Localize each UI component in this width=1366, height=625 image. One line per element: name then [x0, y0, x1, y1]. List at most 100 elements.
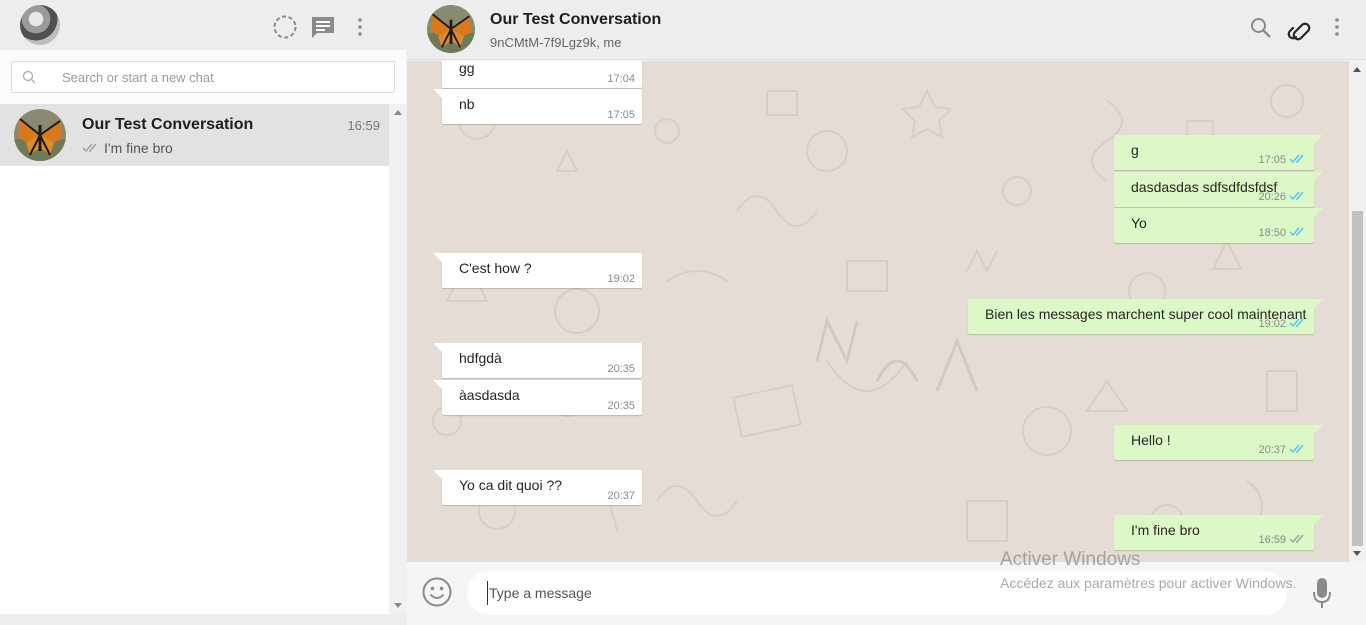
message-meta: 20:26 [1258, 190, 1307, 204]
message-meta: 19:02 [1258, 317, 1307, 331]
message-text: àasdasda [459, 387, 520, 403]
double-check-icon [1289, 190, 1307, 204]
double-check-icon [1289, 443, 1307, 457]
bubble-tail [1313, 299, 1323, 309]
message-time: 20:35 [607, 400, 635, 412]
search-icon[interactable] [1250, 17, 1272, 44]
search-bar [0, 50, 406, 104]
left-header [0, 0, 406, 50]
message-time: 17:05 [1258, 154, 1286, 166]
status-icon[interactable] [272, 14, 298, 40]
chat-time: 16:59 [347, 118, 380, 133]
scroll-up-arrow[interactable] [1353, 67, 1361, 72]
chat-list-item[interactable]: Our Test Conversation 16:59 I'm fine bro [0, 104, 389, 166]
emoji-icon[interactable] [421, 576, 453, 613]
message-time: 20:37 [1258, 444, 1286, 456]
bubble-tail [1313, 208, 1323, 218]
microphone-icon[interactable] [1312, 576, 1332, 615]
new-chat-icon[interactable] [310, 14, 336, 40]
message-text: Hello ! [1131, 432, 1171, 448]
watermark-title: Activer Windows [1000, 549, 1141, 570]
double-check-icon [82, 140, 100, 156]
message-text: gg [459, 61, 475, 76]
message-text: dasdasdas sdfsdfdsfdsf [1131, 179, 1278, 195]
chat-name: Our Test Conversation [82, 116, 254, 133]
incoming-message[interactable]: Yo ca dit quoi ?? 20:37 [433, 470, 642, 505]
message-meta: 17:05 [607, 109, 635, 121]
menu-icon[interactable] [1334, 18, 1340, 41]
watermark-subtitle: Accédez aux paramètres pour activer Wind… [1000, 575, 1297, 591]
message-text: nb [459, 96, 475, 112]
bubble-tail [433, 61, 443, 63]
search-input[interactable] [62, 62, 382, 92]
chat-list-scrollbar[interactable] [389, 104, 406, 614]
message-text: C'est how ? [459, 260, 532, 276]
message-time: 17:04 [607, 73, 635, 85]
message-scrollbar[interactable] [1349, 61, 1366, 562]
message-meta: 20:37 [1258, 443, 1307, 457]
scroll-up-arrow[interactable] [394, 110, 402, 115]
conversation-subtitle: 9nCMtM-7f9Lgz9k, me [490, 35, 622, 50]
message-meta: 20:35 [607, 400, 635, 412]
scroll-down-arrow[interactable] [1353, 551, 1361, 556]
double-check-icon [1289, 317, 1307, 331]
incoming-message[interactable]: gg 17:04 [433, 61, 642, 88]
incoming-message[interactable]: nb 17:05 [433, 89, 642, 124]
chat-list-pane: Our Test Conversation 16:59 I'm fine bro [0, 0, 406, 625]
message-text: I'm fine bro [1131, 522, 1200, 538]
chat-preview: I'm fine bro [82, 140, 173, 156]
incoming-message[interactable]: C'est how ? 19:02 [433, 253, 642, 288]
message-time: 18:50 [1258, 227, 1286, 239]
conversation-title[interactable]: Our Test Conversation [490, 11, 661, 29]
outgoing-message[interactable]: Bien les messages marchent super cool ma… [968, 299, 1323, 334]
menu-icon[interactable] [347, 14, 373, 40]
message-text: g [1131, 142, 1139, 158]
message-time: 16:59 [1258, 534, 1286, 546]
message-time: 20:26 [1258, 191, 1286, 203]
message-time: 20:37 [607, 490, 635, 502]
chat-avatar [14, 109, 66, 161]
message-meta: 16:59 [1258, 533, 1307, 547]
bubble-tail [1313, 425, 1323, 435]
attach-icon[interactable] [1287, 16, 1315, 49]
message-meta: 20:35 [607, 363, 635, 375]
message-area[interactable]: gg 17:04 nb 17:05 g 17:05 dasdasdas sdfsdfdsfd… [407, 61, 1349, 562]
bubble-tail [433, 89, 443, 99]
message-text: Yo [1131, 215, 1147, 231]
chat-list: Our Test Conversation 16:59 I'm fine bro [0, 104, 389, 614]
left-footer [0, 614, 406, 625]
outgoing-message[interactable]: g 17:05 [1114, 135, 1323, 170]
bubble-tail [1313, 172, 1323, 182]
chat-preview-text: I'm fine bro [104, 140, 173, 156]
bubble-tail [433, 253, 443, 263]
bubble-tail [433, 380, 443, 390]
windows-activation-watermark: Activer Windows Accédez aux paramètres p… [1000, 549, 1296, 591]
double-check-icon [1289, 533, 1307, 547]
double-check-icon [1289, 226, 1307, 240]
conversation-avatar[interactable] [427, 5, 475, 53]
message-text: Yo ca dit quoi ?? [459, 477, 563, 493]
outgoing-message[interactable]: I'm fine bro 16:59 [1114, 515, 1323, 550]
bubble-tail [1313, 135, 1323, 145]
outgoing-message[interactable]: Yo 18:50 [1114, 208, 1323, 243]
message-meta: 18:50 [1258, 226, 1307, 240]
my-avatar[interactable] [20, 5, 60, 45]
message-text: hdfgdà [459, 350, 502, 366]
conversation-pane: Our Test Conversation 9nCMtM-7f9Lgz9k, m… [407, 0, 1366, 625]
message-meta: 19:02 [607, 273, 635, 285]
scroll-down-arrow[interactable] [394, 603, 402, 608]
message-meta: 20:37 [607, 490, 635, 502]
outgoing-message[interactable]: dasdasdas sdfsdfdsfdsf 20:26 [1114, 172, 1323, 207]
bubble-tail [433, 470, 443, 480]
message-meta: 17:04 [607, 73, 635, 85]
message-time: 19:02 [607, 273, 635, 285]
double-check-icon [1289, 153, 1307, 167]
scroll-thumb[interactable] [1352, 211, 1363, 546]
conversation-header: Our Test Conversation 9nCMtM-7f9Lgz9k, m… [407, 0, 1366, 60]
message-time: 20:35 [607, 363, 635, 375]
search-icon [22, 70, 36, 89]
search-box [11, 61, 395, 93]
incoming-message[interactable]: hdfgdà 20:35 [433, 343, 642, 378]
incoming-message[interactable]: àasdasda 20:35 [433, 380, 642, 415]
outgoing-message[interactable]: Hello ! 20:37 [1114, 425, 1323, 460]
